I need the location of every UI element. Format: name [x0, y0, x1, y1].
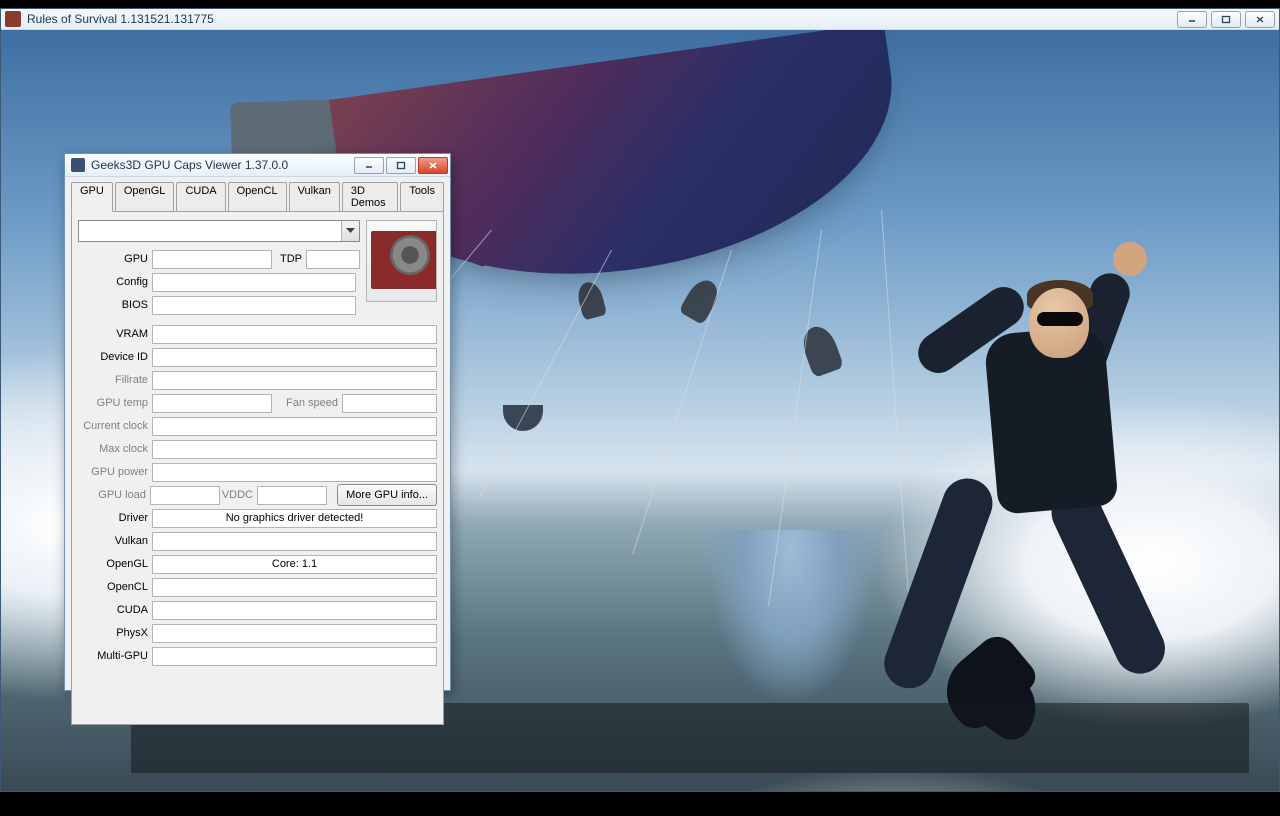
- value-gpu-load: [150, 486, 220, 505]
- gcv-close-button[interactable]: [418, 157, 448, 174]
- gpu-thumbnail: [366, 220, 437, 302]
- label-vddc: VDDC: [220, 489, 257, 501]
- label-vram: VRAM: [78, 328, 152, 340]
- gcv-titlebar[interactable]: Geeks3D GPU Caps Viewer 1.37.0.0: [65, 154, 450, 177]
- value-fan-speed: [342, 394, 437, 413]
- dropdown-arrow-icon: [341, 221, 359, 241]
- label-opengl: OpenGL: [78, 558, 152, 570]
- label-driver: Driver: [78, 512, 152, 524]
- game-titlebar[interactable]: Rules of Survival 1.131521.131775: [1, 9, 1279, 30]
- minimize-icon: [1187, 15, 1197, 23]
- gcv-window-title: Geeks3D GPU Caps Viewer 1.37.0.0: [91, 158, 354, 172]
- value-driver: No graphics driver detected!: [152, 509, 437, 528]
- value-max-clock: [152, 440, 437, 459]
- value-physx: [152, 624, 437, 643]
- gcv-minimize-button[interactable]: [354, 157, 384, 174]
- tab-tools[interactable]: Tools: [400, 182, 444, 212]
- value-opencl: [152, 578, 437, 597]
- label-bios: BIOS: [78, 299, 152, 311]
- label-tdp: TDP: [272, 253, 306, 265]
- gpu-caps-viewer-window: Geeks3D GPU Caps Viewer 1.37.0.0 GPU Ope…: [64, 153, 451, 691]
- value-cuda: [152, 601, 437, 620]
- label-gpu: GPU: [78, 253, 152, 265]
- label-device-id: Device ID: [78, 351, 152, 363]
- tab-opencl[interactable]: OpenCL: [228, 182, 287, 212]
- value-vram: [152, 325, 437, 344]
- close-icon: [428, 161, 438, 170]
- value-current-clock: [152, 417, 437, 436]
- gcv-tabstrip: GPU OpenGL CUDA OpenCL Vulkan 3D Demos T…: [65, 177, 450, 211]
- value-bios: [152, 296, 356, 315]
- tab-vulkan[interactable]: Vulkan: [289, 182, 340, 212]
- value-gpu-temp: [152, 394, 272, 413]
- gcv-maximize-button[interactable]: [386, 157, 416, 174]
- label-max-clock: Max clock: [78, 443, 152, 455]
- value-gpu-power: [152, 463, 437, 482]
- gcv-window-controls: [354, 157, 448, 174]
- game-app-icon: [5, 11, 21, 27]
- label-config: Config: [78, 276, 152, 288]
- gcv-app-icon: [71, 158, 85, 172]
- label-cuda: CUDA: [78, 604, 152, 616]
- value-vulkan: [152, 532, 437, 551]
- maximize-button[interactable]: [1211, 11, 1241, 28]
- label-current-clock: Current clock: [78, 420, 152, 432]
- label-physx: PhysX: [78, 627, 152, 639]
- more-gpu-info-button[interactable]: More GPU info...: [337, 484, 437, 506]
- minimize-icon: [364, 161, 374, 169]
- tab-cuda[interactable]: CUDA: [176, 182, 225, 212]
- value-vddc: [257, 486, 327, 505]
- tab-gpu[interactable]: GPU: [71, 182, 113, 212]
- gcv-tabpanel: GPU TDP Config BIOS VRAM Device ID: [71, 211, 444, 725]
- value-multi-gpu: [152, 647, 437, 666]
- tab-3d-demos[interactable]: 3D Demos: [342, 182, 398, 212]
- game-window-title: Rules of Survival 1.131521.131775: [27, 12, 1177, 26]
- close-icon: [1255, 15, 1265, 24]
- label-opencl: OpenCL: [78, 581, 152, 593]
- value-config: [152, 273, 356, 292]
- label-gpu-load: GPU load: [78, 489, 150, 501]
- value-fillrate: [152, 371, 437, 390]
- maximize-icon: [396, 161, 406, 170]
- label-fillrate: Fillrate: [78, 374, 152, 386]
- value-gpu: [152, 250, 272, 269]
- minimize-button[interactable]: [1177, 11, 1207, 28]
- label-gpu-power: GPU power: [78, 466, 152, 478]
- label-gpu-temp: GPU temp: [78, 397, 152, 409]
- gpu-select-combo[interactable]: [78, 220, 360, 242]
- value-device-id: [152, 348, 437, 367]
- label-vulkan: Vulkan: [78, 535, 152, 547]
- label-fan-speed: Fan speed: [272, 397, 342, 409]
- tab-opengl[interactable]: OpenGL: [115, 182, 175, 212]
- close-button[interactable]: [1245, 11, 1275, 28]
- value-opengl: Core: 1.1: [152, 555, 437, 574]
- label-multi-gpu: Multi-GPU: [78, 650, 152, 662]
- value-tdp: [306, 250, 360, 269]
- game-window-controls: [1177, 11, 1275, 28]
- character-graphic: [851, 250, 1211, 750]
- maximize-icon: [1221, 15, 1231, 24]
